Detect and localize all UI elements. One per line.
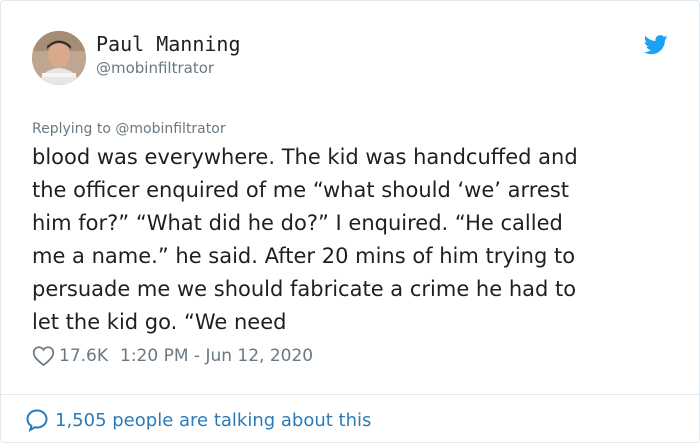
footer-divider [1, 394, 699, 395]
speech-bubble-icon [26, 409, 48, 432]
tweet-meta: 17.6K 1:20 PM - Jun 12, 2020 [32, 344, 313, 368]
tweet-timestamp[interactable]: 1:20 PM - Jun 12, 2020 [120, 346, 313, 366]
tweet-text-line: let the kid go. “We need [32, 310, 287, 334]
like-count[interactable]: 17.6K [59, 346, 108, 366]
tweet-text-line: me a name.” he said. After 20 mins of hi… [32, 244, 576, 268]
conversation-label[interactable]: 1,505 people are talking about this [55, 410, 371, 431]
tweet-text-line: the officer enquired of me “what should … [32, 178, 569, 202]
tweet-text-line: him for?” “What did he do?” I enquired. … [32, 211, 563, 235]
author-handle[interactable]: @mobinfiltrator [96, 59, 214, 77]
reply-context[interactable]: Replying to @mobinfiltrator [32, 120, 226, 138]
author-display-name[interactable]: Paul Manning [96, 32, 241, 56]
tweet-text-line: persuade me we should fabricate a crime … [32, 277, 577, 301]
conversation-link[interactable]: 1,505 people are talking about this [25, 407, 371, 433]
twitter-bird-icon[interactable] [644, 35, 668, 55]
tweet-text: blood was everywhere. The kid was handcu… [32, 141, 672, 339]
tweet-card: Paul Manning @mobinfiltrator Replying to… [0, 0, 700, 443]
avatar[interactable] [32, 31, 86, 85]
tweet-text-line: blood was everywhere. The kid was handcu… [32, 145, 578, 169]
heart-outline-icon[interactable] [32, 345, 55, 367]
